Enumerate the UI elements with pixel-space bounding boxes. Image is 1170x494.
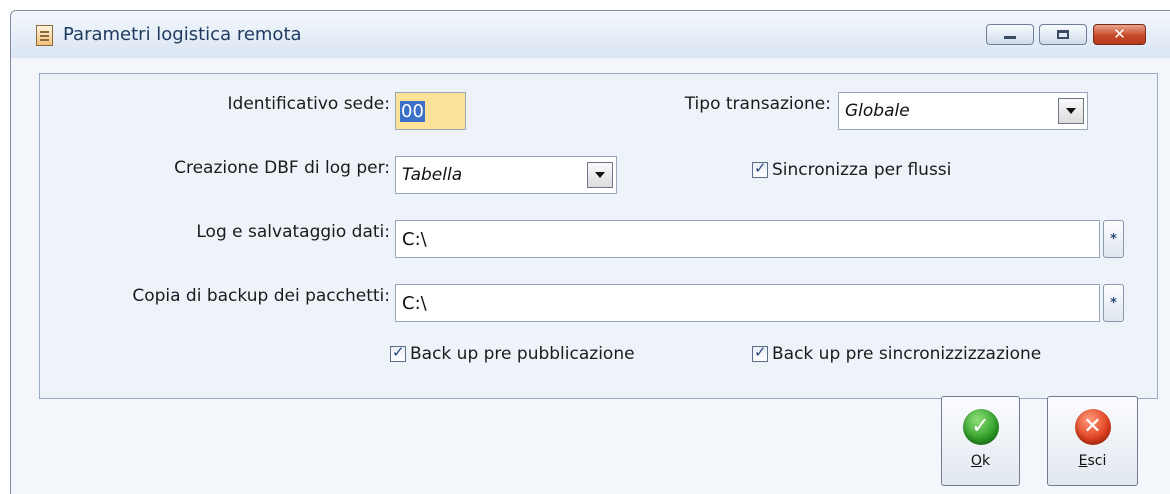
close-icon: ✕ [1113,25,1126,43]
log-salvataggio-label: Log e salvataggio dati: [196,222,390,242]
backup-pubblicazione-label: Back up pre pubblicazione [410,344,635,364]
copia-backup-input[interactable]: C:\ [395,284,1100,322]
backup-sincronizzazione-checkbox[interactable]: ✓ Back up pre sincronizzizzazione [752,343,1042,364]
chevron-down-icon [1066,108,1076,114]
ok-button-label: Ok [970,453,991,469]
copia-backup-value: C:\ [402,292,427,314]
title-bar[interactable]: Parametri logistica remota ✕ [11,11,1170,58]
checkbox-box[interactable]: ✓ [752,159,768,178]
tipo-transazione-select[interactable]: Globale [838,92,1088,130]
sincronizza-flussi-checkbox[interactable]: ✓ Sincronizza per flussi [752,159,952,180]
minimize-icon [1004,36,1016,39]
ok-button[interactable]: ✓ Ok [941,396,1020,486]
backup-sincronizzazione-label: Back up pre sincronizzizzazione [772,344,1042,364]
minimize-button[interactable] [986,24,1034,45]
creazione-dbf-label: Creazione DBF di log per: [174,158,390,178]
checkmark-icon: ✓ [754,159,767,177]
log-salvataggio-value: C:\ [402,228,427,250]
browse-icon: * [1110,295,1117,311]
identificativo-sede-input[interactable]: 00 [395,92,466,130]
esci-button[interactable]: ✕ Esci [1047,396,1138,486]
checkbox-box[interactable]: ✓ [752,343,768,362]
backup-pubblicazione-checkbox[interactable]: ✓ Back up pre pubblicazione [390,343,635,364]
copia-backup-label: Copia di backup dei pacchetti: [132,286,390,306]
creazione-dbf-select[interactable]: Tabella [395,156,617,194]
chevron-down-icon [595,172,605,178]
creazione-dbf-value: Tabella [402,165,463,185]
window-title: Parametri logistica remota [63,24,302,45]
maximize-icon [1057,30,1069,39]
maximize-button[interactable] [1039,24,1087,45]
tipo-transazione-dropdown-button[interactable] [1058,98,1084,124]
creazione-dbf-dropdown-button[interactable] [587,162,613,188]
copia-backup-browse-button[interactable]: * [1103,284,1124,322]
close-button[interactable]: ✕ [1093,24,1146,45]
checkmark-icon: ✓ [392,343,405,361]
identificativo-sede-label: Identificativo sede: [227,94,390,114]
checkmark-icon: ✓ [754,343,767,361]
identificativo-sede-value: 00 [400,100,425,122]
tipo-transazione-label: Tipo transazione: [684,94,831,114]
browse-icon: * [1110,231,1117,247]
sincronizza-flussi-label: Sincronizza per flussi [772,160,952,180]
log-salvataggio-browse-button[interactable]: * [1103,220,1124,258]
dialog-window: Parametri logistica remota ✕ Identificat… [10,10,1170,494]
cancel-x-icon: ✕ [1074,409,1111,445]
checkbox-box[interactable]: ✓ [390,343,406,362]
tipo-transazione-value: Globale [845,101,910,121]
app-document-icon [36,25,53,46]
esci-button-label: Esci [1078,453,1107,469]
parameters-group: Identificativo sede: 00 Tipo transazione… [39,73,1158,399]
ok-check-icon: ✓ [962,409,999,445]
log-salvataggio-input[interactable]: C:\ [395,220,1100,258]
